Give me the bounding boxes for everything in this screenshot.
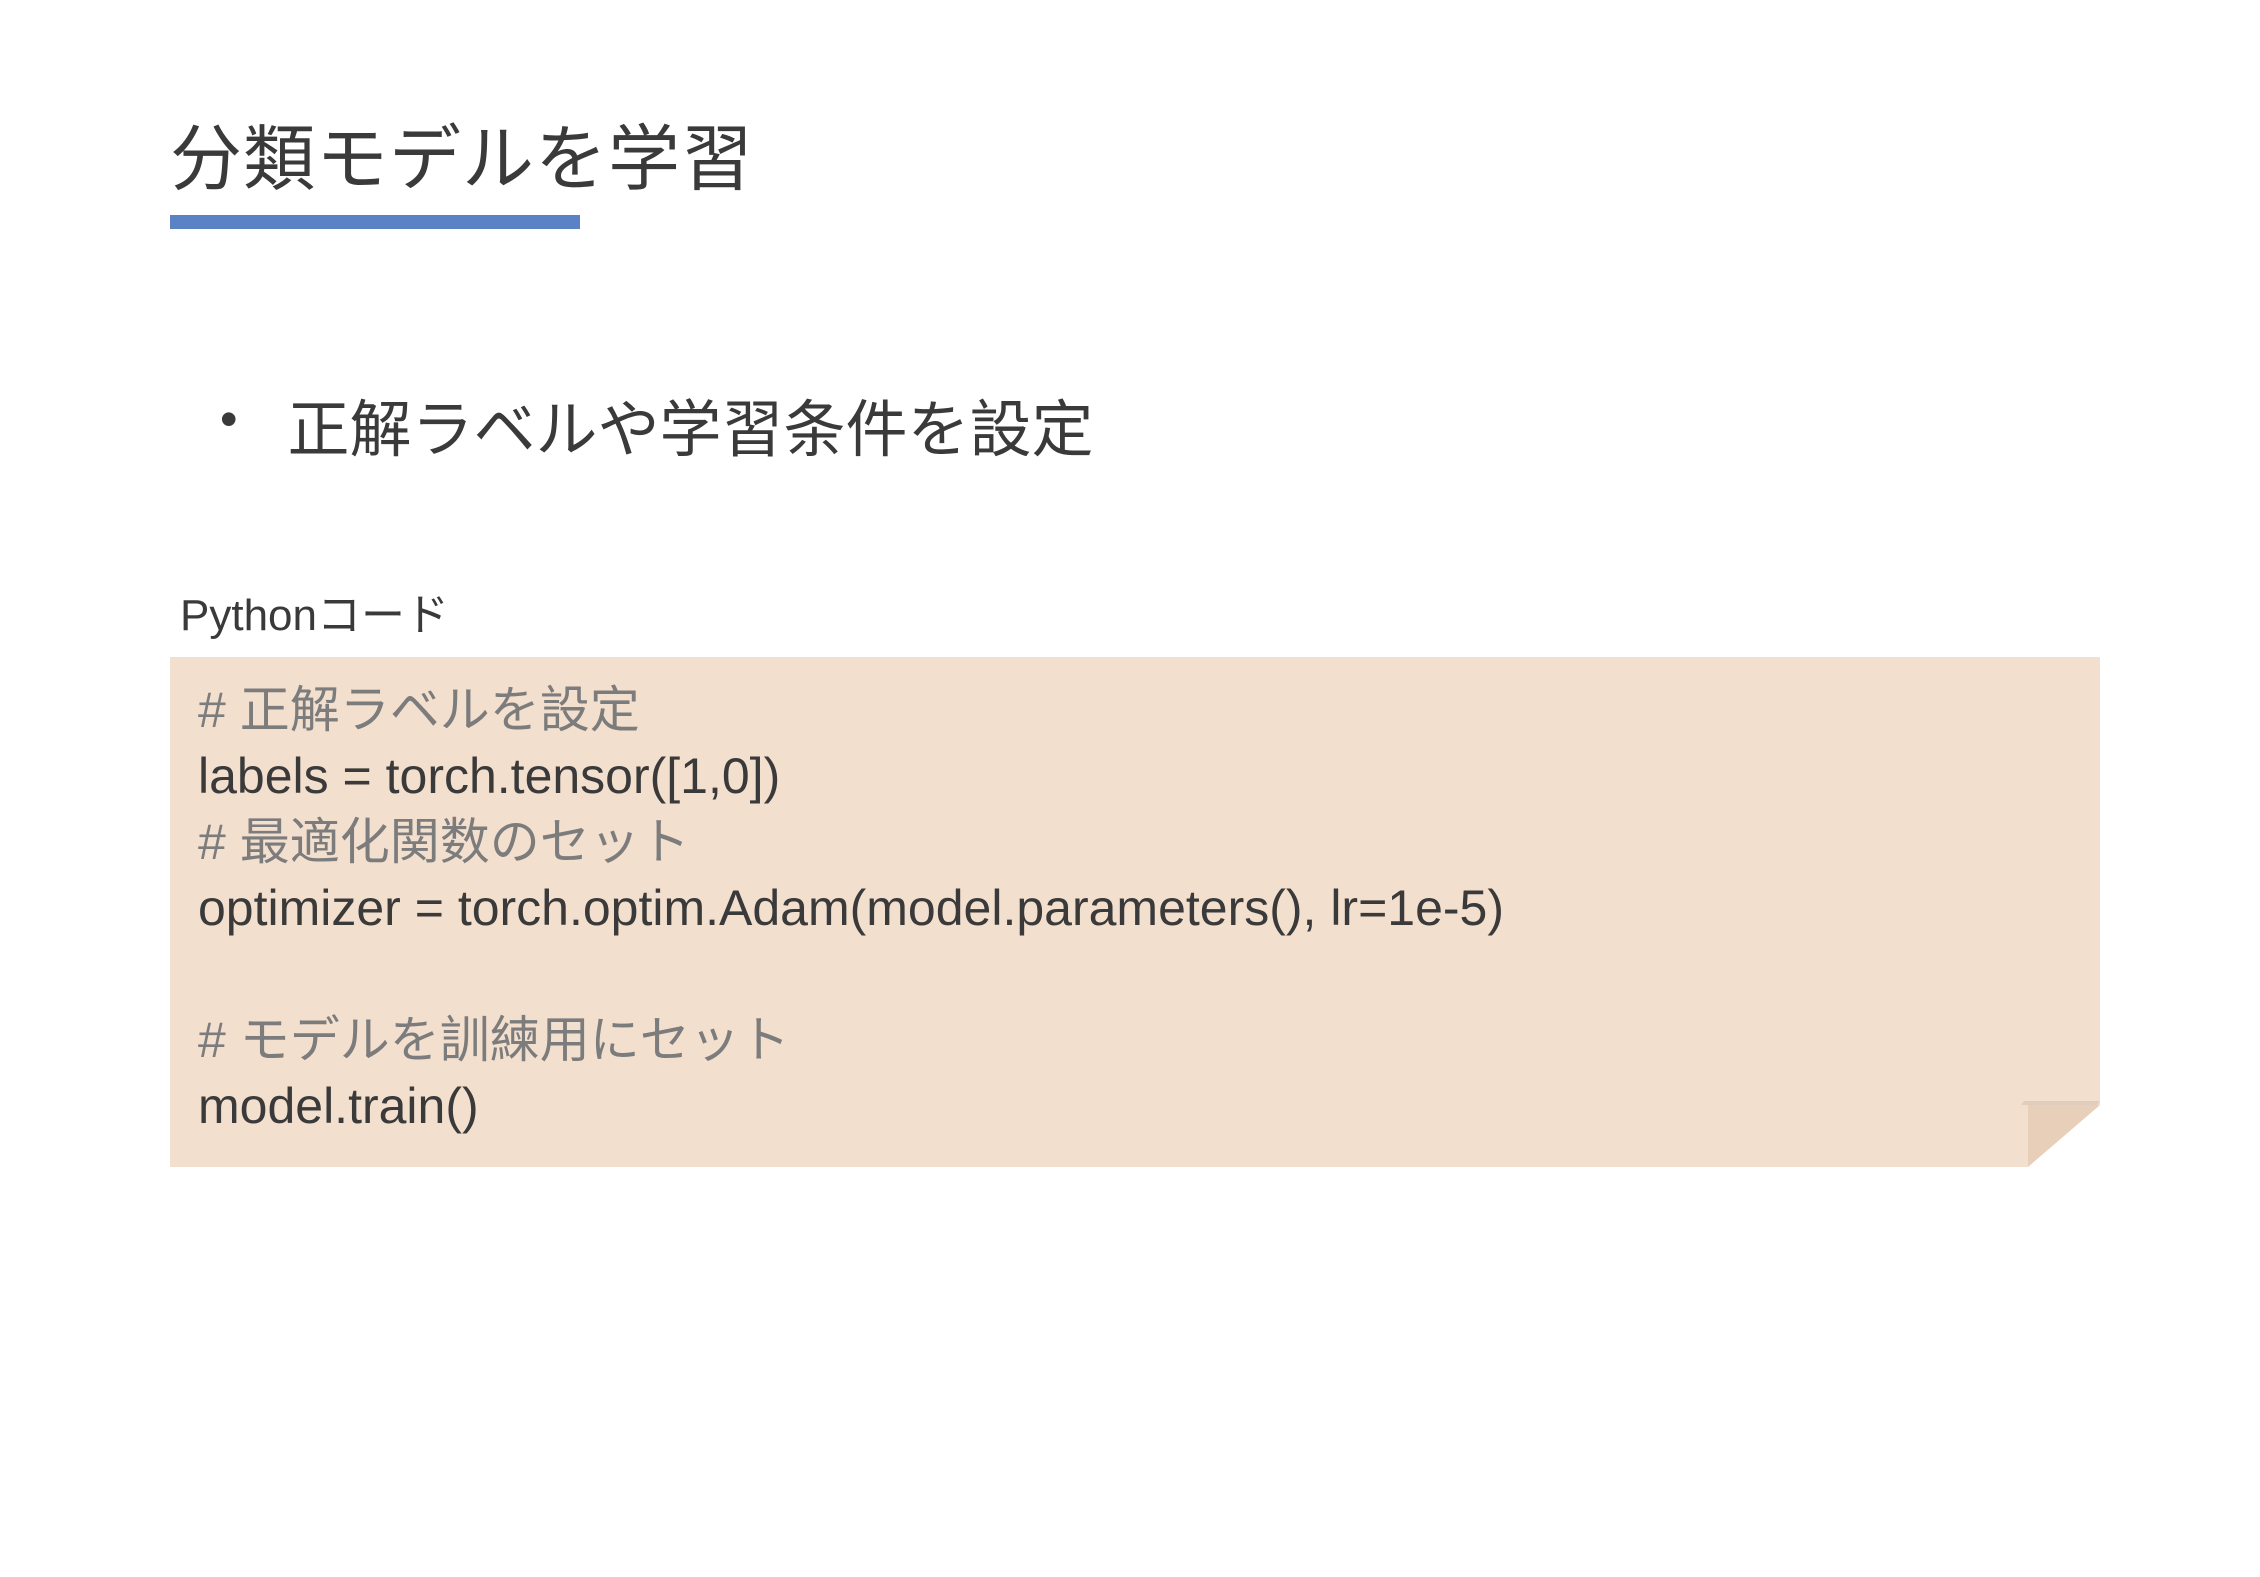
slide: 分類モデルを学習 • 正解ラベルや学習条件を設定 Pythonコード # 正解ラ… [0,0,2260,1577]
bullet-text: 正解ラベルや学習条件を設定 [288,379,1094,469]
code-comment: # 正解ラベルを設定 [198,677,2072,743]
bullet-item: • 正解ラベルや学習条件を設定 [220,379,2090,469]
code-label: Pythonコード [180,579,2090,643]
code-line: labels = torch.tensor([1,0]) [198,743,2072,809]
code-comment: # 最適化関数のセット [198,809,2072,875]
page-corner-fold-icon [2028,1105,2100,1167]
title-underline [170,215,580,229]
code-comment: # モデルを訓練用にセット [198,1007,2072,1073]
code-blank-line [198,941,2072,1007]
bullet-dot-icon: • [220,379,238,459]
code-block: # 正解ラベルを設定 labels = torch.tensor([1,0]) … [170,657,2100,1167]
slide-title: 分類モデルを学習 [170,100,2090,205]
code-block-container: # 正解ラベルを設定 labels = torch.tensor([1,0]) … [170,657,2100,1167]
code-line: model.train() [198,1073,2072,1139]
code-line: optimizer = torch.optim.Adam(model.param… [198,875,2072,941]
